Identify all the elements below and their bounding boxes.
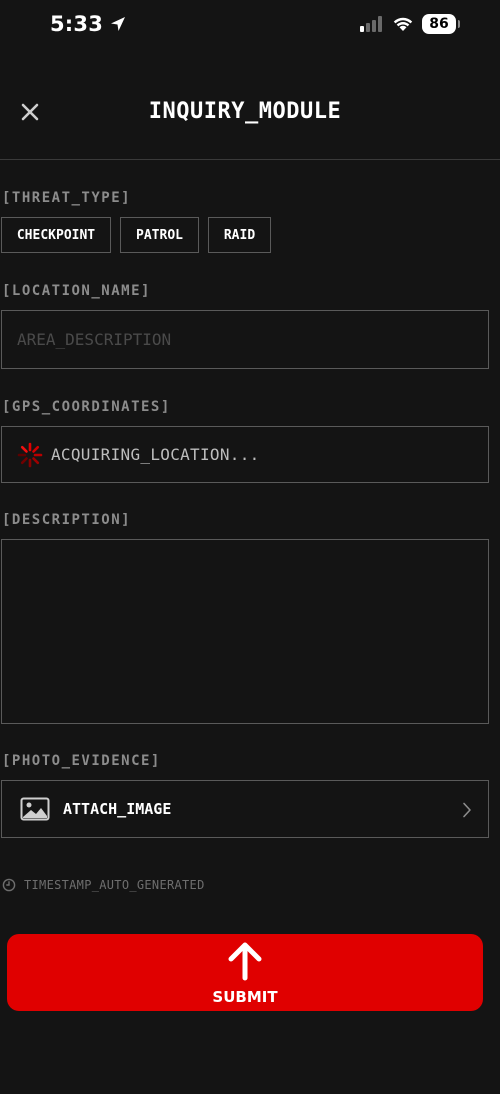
location-name-field[interactable] bbox=[1, 310, 489, 369]
page-title: INQUIRY_MODULE bbox=[148, 99, 342, 124]
submit-label: SUBMIT bbox=[212, 988, 278, 1006]
threat-type-label: [THREAT_TYPE] bbox=[2, 190, 132, 206]
image-icon bbox=[20, 797, 50, 821]
timestamp-note: TIMESTAMP_AUTO_GENERATED bbox=[2, 878, 205, 892]
description-field[interactable] bbox=[1, 539, 489, 724]
chevron-right-icon bbox=[463, 802, 471, 818]
battery-indicator: 86 bbox=[422, 14, 460, 34]
location-name-label: [LOCATION_NAME] bbox=[2, 283, 151, 299]
photo-evidence-label: [PHOTO_EVIDENCE] bbox=[2, 753, 161, 769]
gps-status-text: ACQUIRING_LOCATION... bbox=[51, 445, 260, 464]
location-arrow-icon bbox=[111, 17, 126, 31]
timestamp-note-text: TIMESTAMP_AUTO_GENERATED bbox=[24, 878, 205, 892]
gps-coordinates-field: ACQUIRING_LOCATION... bbox=[1, 426, 489, 483]
submit-button[interactable]: SUBMIT bbox=[7, 934, 483, 1011]
attach-image-button[interactable]: ATTACH_IMAGE bbox=[1, 780, 489, 838]
gps-coordinates-label: [GPS_COORDINATES] bbox=[2, 399, 171, 415]
loading-spinner-icon bbox=[17, 442, 43, 467]
arrow-up-icon bbox=[228, 942, 262, 981]
threat-option-label: RAID bbox=[223, 227, 256, 243]
status-bar-indicators: 86 bbox=[360, 14, 460, 34]
wifi-icon bbox=[393, 17, 413, 31]
status-bar-time: 5:33 bbox=[50, 12, 127, 36]
threat-option-raid[interactable]: RAID bbox=[208, 217, 271, 253]
threat-option-label: PATROL bbox=[136, 227, 183, 243]
attach-image-label: ATTACH_IMAGE bbox=[63, 800, 172, 818]
description-textarea[interactable] bbox=[2, 540, 488, 723]
cellular-signal-icon bbox=[360, 16, 382, 32]
threat-option-checkpoint[interactable]: CHECKPOINT bbox=[1, 217, 111, 253]
location-name-input[interactable] bbox=[2, 311, 452, 368]
header-divider bbox=[0, 159, 500, 160]
threat-option-label: CHECKPOINT bbox=[16, 227, 96, 243]
time-text: 5:33 bbox=[50, 12, 104, 36]
clock-icon bbox=[2, 878, 16, 892]
battery-level: 86 bbox=[429, 16, 449, 32]
description-label: [DESCRIPTION] bbox=[2, 512, 132, 528]
threat-option-patrol[interactable]: PATROL bbox=[120, 217, 199, 253]
